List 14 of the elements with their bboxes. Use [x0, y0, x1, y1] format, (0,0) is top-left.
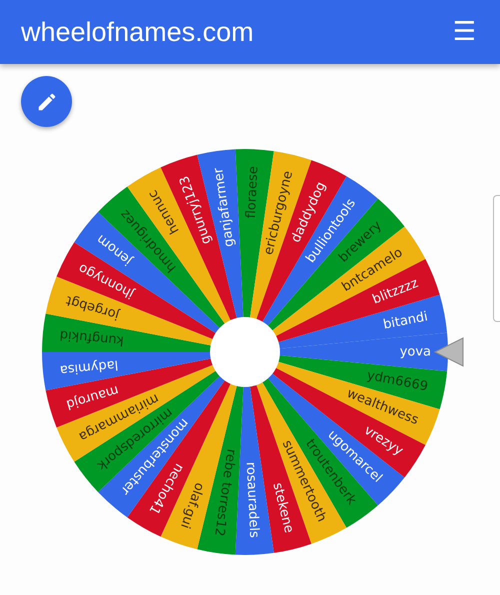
segment-label: bitandi	[382, 309, 430, 333]
segment-label: kungfukid	[59, 326, 124, 348]
segment-label: floraese	[244, 166, 262, 219]
pointer-icon	[434, 337, 464, 367]
wheel-hub	[210, 317, 280, 387]
segment-label: ladymisa	[59, 356, 119, 378]
segment-label: ydm6669	[366, 368, 430, 395]
segment-label: rosauradels	[242, 462, 262, 538]
menu-button[interactable]: ☰	[448, 19, 480, 45]
segment-label: ganjafarmer	[211, 166, 238, 248]
site-title[interactable]: wheelofnames.com	[21, 16, 254, 48]
edit-button[interactable]	[21, 76, 72, 127]
segment-label: rebe torres12	[211, 448, 238, 538]
segment-label: yova	[400, 344, 431, 360]
